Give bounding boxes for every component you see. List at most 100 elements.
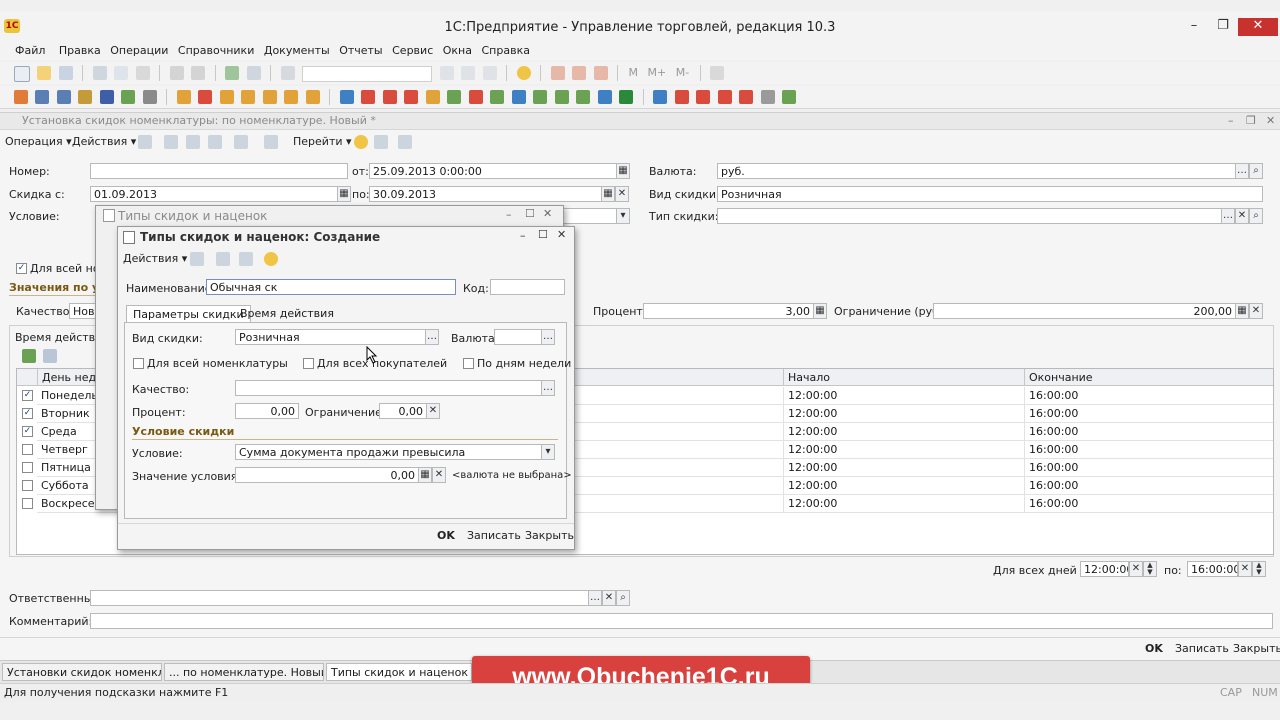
menu-service[interactable]: Сервис xyxy=(389,42,436,60)
doc-close-icon[interactable]: ✕ xyxy=(1266,114,1275,127)
doc-copy-icon[interactable] xyxy=(164,135,178,149)
d-currency-select-button[interactable]: … xyxy=(541,329,555,345)
d-discount-kind-select-button[interactable]: … xyxy=(425,329,439,345)
dialog-tool-icon-2[interactable] xyxy=(216,252,230,266)
day-checkbox[interactable]: ✓ xyxy=(22,408,33,419)
day-end-cell[interactable]: 16:00:00 xyxy=(1024,495,1273,513)
day-start-cell[interactable]: 12:00:00 xyxy=(783,405,1024,423)
discount-type-select-button[interactable]: … xyxy=(1221,208,1235,224)
day-end-cell[interactable]: 16:00:00 xyxy=(1024,441,1273,459)
menu-edit[interactable]: Правка xyxy=(56,42,104,60)
task-discount-document[interactable]: ... по номенклатуре. Новый * xyxy=(164,663,324,681)
task-discount-types[interactable]: Типы скидок и наценок xyxy=(326,663,472,681)
tab-discount-params[interactable]: Параметры скидки xyxy=(126,305,251,323)
code-field[interactable] xyxy=(490,279,565,295)
d-currency-field[interactable] xyxy=(494,329,542,345)
search-input[interactable] xyxy=(302,66,432,82)
day-end-cell[interactable]: 16:00:00 xyxy=(1024,459,1273,477)
find-icon[interactable] xyxy=(280,66,295,80)
day-checkbox[interactable] xyxy=(22,480,33,491)
d-quality-field[interactable] xyxy=(235,380,542,396)
tab-time[interactable]: Время действия xyxy=(234,305,340,323)
d-quality-select-button[interactable]: … xyxy=(541,380,555,396)
new-icon[interactable] xyxy=(13,66,30,82)
menu-reports[interactable]: Отчеты xyxy=(336,42,385,60)
limit-clear-icon[interactable]: ✕ xyxy=(1249,303,1263,319)
toolbar-trade-icon-34[interactable] xyxy=(760,90,775,104)
quality-field[interactable]: Нов xyxy=(69,303,96,319)
toolbar-trade-icon-2[interactable] xyxy=(35,90,49,104)
day-start-cell[interactable]: 12:00:00 xyxy=(783,441,1024,459)
toolbar-trade-icon-15[interactable] xyxy=(339,90,354,104)
print-icon[interactable] xyxy=(169,66,184,80)
d-condition-value-clear-icon[interactable]: ✕ xyxy=(432,467,446,483)
discount-to-field[interactable]: 30.09.2013 xyxy=(369,186,602,202)
search-options-icon[interactable] xyxy=(482,66,497,80)
all-days-to-clear-icon[interactable]: ✕ xyxy=(1238,561,1252,577)
toolbar-trade-icon-8[interactable] xyxy=(176,90,191,104)
d-close-button[interactable]: Закрыть xyxy=(525,529,574,542)
toolbar-trade-icon-20[interactable] xyxy=(447,90,461,104)
doc-restore-icon[interactable]: ❐ xyxy=(1246,114,1256,127)
toolbar-trade-icon-25[interactable] xyxy=(554,90,569,104)
d-by-weekdays-checkbox[interactable] xyxy=(463,358,474,369)
calculator-icon[interactable] xyxy=(550,66,565,80)
currency-field[interactable]: руб. xyxy=(717,163,1236,179)
toolbar-trade-icon-1[interactable] xyxy=(13,90,28,104)
d-percent-field[interactable]: 0,00 xyxy=(235,403,299,419)
toolbar-trade-icon-17[interactable] xyxy=(382,90,397,104)
toolbar-trade-icon-13[interactable] xyxy=(284,90,298,104)
discount-from-field[interactable]: 01.09.2013 xyxy=(90,186,338,202)
toolbar-trade-icon-32[interactable] xyxy=(717,90,732,104)
doc-help-icon[interactable] xyxy=(354,135,368,149)
day-checkbox[interactable]: ✓ xyxy=(22,390,33,401)
doc-columns-icon[interactable] xyxy=(398,135,412,149)
day-checkbox[interactable]: ✓ xyxy=(22,426,33,437)
day-end-cell[interactable]: 16:00:00 xyxy=(1024,477,1273,495)
condition-field[interactable] xyxy=(560,208,617,224)
toolbar-trade-icon-24[interactable] xyxy=(533,90,547,104)
toolbar-trade-icon-16[interactable] xyxy=(361,90,375,104)
dialog-tool-icon-1[interactable] xyxy=(190,252,204,266)
day-start-cell[interactable]: 12:00:00 xyxy=(783,387,1024,405)
create-minimize-icon[interactable]: – xyxy=(520,229,526,242)
types-minimize-icon[interactable]: – xyxy=(506,208,512,221)
restore-icon[interactable]: ❐ xyxy=(1209,18,1237,36)
toolbar-trade-icon-27[interactable] xyxy=(597,90,612,104)
doc-save-button[interactable]: Записать xyxy=(1175,642,1229,655)
all-days-from-spin-icon[interactable]: ▲ ▼ xyxy=(1143,561,1157,577)
toolbar-trade-icon-22[interactable] xyxy=(490,90,504,104)
responsible-select-button[interactable]: … xyxy=(588,590,602,606)
doc-delete-icon[interactable] xyxy=(208,135,222,149)
dialog-help-icon[interactable] xyxy=(264,252,278,266)
types-restore-icon[interactable]: ☐ xyxy=(525,207,535,220)
day-checkbox[interactable] xyxy=(22,444,33,455)
d-all-buyers-checkbox[interactable] xyxy=(303,358,314,369)
all-days-to-field[interactable]: 16:00:00 xyxy=(1187,561,1238,577)
doc-post-icon[interactable] xyxy=(234,135,248,149)
col-end-header[interactable]: Окончание xyxy=(1024,369,1273,386)
toolbar-trade-icon-9[interactable] xyxy=(198,90,212,104)
day-end-cell[interactable]: 16:00:00 xyxy=(1024,387,1273,405)
table-icon[interactable] xyxy=(593,66,608,80)
discount-type-search-icon[interactable]: ⌕ xyxy=(1249,208,1263,224)
doc-minimize-icon[interactable]: – xyxy=(1228,114,1234,127)
d-condition-value-field[interactable]: 0,00 xyxy=(235,467,419,483)
menu-windows[interactable]: Окна xyxy=(440,42,475,60)
discount-kind-field[interactable]: Розничная xyxy=(717,186,1263,202)
d-condition-value-calculator-icon[interactable]: ▦ xyxy=(418,467,432,483)
create-close-icon[interactable]: ✕ xyxy=(557,228,566,241)
doc-add-icon[interactable] xyxy=(138,135,152,149)
paste-icon[interactable] xyxy=(135,66,150,80)
menu-documents[interactable]: Документы xyxy=(261,42,333,60)
limit-field[interactable]: 200,00 xyxy=(933,303,1236,319)
close-icon[interactable]: ✕ xyxy=(1238,18,1278,36)
all-days-to-spin-icon[interactable]: ▲ ▼ xyxy=(1252,561,1266,577)
cut-icon[interactable] xyxy=(92,66,107,80)
dialog-tool-icon-3[interactable] xyxy=(239,252,253,266)
actions-menu-button[interactable]: Действия ▾ xyxy=(72,135,136,148)
memory-minus-icon[interactable]: M- xyxy=(676,66,689,79)
toolbar-trade-icon-7[interactable] xyxy=(142,90,157,104)
toolbar-trade-icon-35[interactable] xyxy=(782,90,796,104)
d-discount-kind-field[interactable]: Розничная xyxy=(235,329,426,345)
